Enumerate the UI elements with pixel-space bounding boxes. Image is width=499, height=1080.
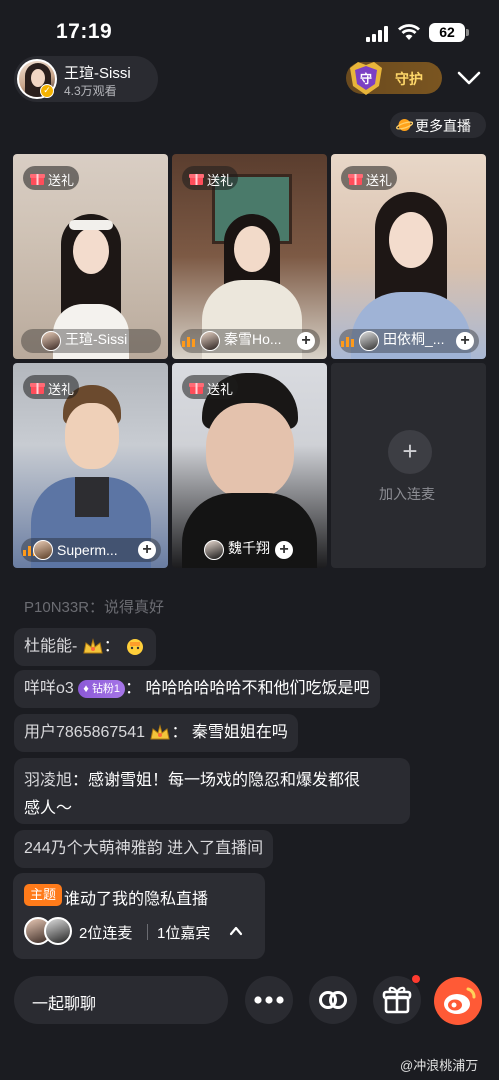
- chat-text: 秦雪姐姐在吗: [191, 724, 288, 741]
- chevron-down-icon[interactable]: [455, 68, 483, 88]
- chat-text: 哈哈哈哈哈哈不和他们吃饭是吧: [145, 680, 370, 697]
- avatar[interactable]: [33, 540, 53, 560]
- fan-badge-label: 钻粉1: [91, 682, 121, 695]
- follow-plus-icon[interactable]: +: [138, 541, 156, 559]
- tile-name[interactable]: 王瑄-Sissi: [65, 329, 135, 349]
- gift-icon: [30, 174, 45, 185]
- guard-shield-icon: 守: [350, 62, 382, 95]
- cohost-count[interactable]: 2位连麦: [79, 922, 132, 943]
- gift-label[interactable]: 送礼: [207, 379, 233, 398]
- chat-input-placeholder[interactable]: 一起聊聊: [32, 990, 96, 1014]
- wifi-icon: [398, 24, 420, 40]
- gift-label[interactable]: 送礼: [366, 170, 392, 189]
- chevron-up-icon[interactable]: [228, 923, 244, 939]
- weibo-button[interactable]: [434, 977, 482, 1025]
- audio-level-icon: [341, 337, 354, 347]
- tile-name[interactable]: 田依桐_...: [383, 329, 453, 349]
- plus-icon[interactable]: +: [388, 430, 432, 474]
- avatar[interactable]: [41, 331, 61, 351]
- chat-nickname[interactable]: 羽凌旭: [24, 772, 72, 789]
- gift-icon: [348, 174, 363, 185]
- chat-message: 用户7865867541 ： 秦雪姐姐在吗: [14, 714, 298, 752]
- gift-label[interactable]: 送礼: [207, 170, 233, 189]
- video-tile[interactable]: 送礼 魏千翔 +: [172, 363, 327, 568]
- guard-shield-text: 守: [360, 71, 372, 86]
- watermark-text: @冲浪桃浦万: [400, 1058, 479, 1073]
- avatar[interactable]: [44, 917, 72, 945]
- battery-indicator: 62: [429, 23, 465, 42]
- follow-plus-icon[interactable]: +: [456, 332, 474, 350]
- join-cohost-label[interactable]: 加入连麦: [379, 484, 435, 504]
- video-tile[interactable]: 送礼 田依桐_... +: [331, 154, 486, 359]
- gift-button[interactable]: [373, 976, 421, 1024]
- follow-plus-icon[interactable]: +: [297, 332, 315, 350]
- notification-dot: [412, 975, 420, 983]
- link-icon: [319, 991, 347, 1009]
- gift-label[interactable]: 送礼: [48, 379, 74, 398]
- more-dots-icon: [254, 996, 284, 1004]
- clock-time: 17:19: [56, 20, 113, 43]
- avatar[interactable]: [200, 331, 220, 351]
- chat-message-line: 羽凌旭：感谢雪姐！每一场戏的隐忍和爆发都很: [24, 772, 361, 789]
- status-bar: 17:19 62: [0, 0, 499, 60]
- guard-label[interactable]: 守护: [395, 69, 423, 89]
- chat-message: 杜能能- ：: [14, 628, 157, 666]
- chat-nickname[interactable]: 杜能能-: [24, 638, 77, 655]
- system-text: 244乃个大萌神雅韵 进入了直播间: [24, 840, 264, 857]
- tile-name[interactable]: Superm...: [57, 542, 127, 558]
- avatar[interactable]: [359, 331, 379, 351]
- chat-message-faded: P10N33R：说得真好: [24, 599, 165, 616]
- chat-nickname[interactable]: 用户7865867541: [24, 724, 145, 741]
- topic-title[interactable]: 谁动了我的隐私直播: [64, 885, 208, 909]
- emoji-icon: [127, 638, 144, 655]
- chat-nickname[interactable]: 咩咩o3: [24, 680, 74, 697]
- audio-level-icon: [182, 337, 195, 347]
- guest-count[interactable]: 1位嘉宾: [157, 922, 210, 943]
- gift-icon: [189, 383, 204, 394]
- video-tile[interactable]: 送礼 秦雪Ho... +: [172, 154, 327, 359]
- system-message: 244乃个大萌神雅韵 进入了直播间: [14, 830, 274, 868]
- crown-badge-icon: [83, 637, 103, 654]
- planet-icon: [396, 119, 413, 131]
- host-name[interactable]: 王瑄-Sissi: [64, 62, 131, 83]
- cellular-signal-icon: [366, 26, 388, 42]
- tile-name[interactable]: 秦雪Ho...: [224, 329, 294, 349]
- viewer-count: 4.3万观看: [64, 84, 117, 98]
- crown-badge-icon: [150, 723, 171, 740]
- gift-icon: [382, 986, 412, 1014]
- divider: [147, 924, 148, 940]
- video-tile[interactable]: 送礼 Superm... +: [13, 363, 168, 568]
- fan-badge: ♦ 钻粉1: [78, 679, 126, 698]
- verified-badge-icon: ✓: [40, 84, 54, 98]
- gift-label[interactable]: 送礼: [48, 170, 74, 189]
- video-tile[interactable]: 送礼 王瑄-Sissi: [13, 154, 168, 359]
- watermark: @冲浪桃浦万: [400, 1055, 478, 1074]
- topic-tag: 主题: [24, 884, 63, 906]
- gift-icon: [30, 383, 45, 394]
- more-options-button[interactable]: [245, 976, 293, 1024]
- chat-text-line2: 感人～: [24, 800, 73, 817]
- weibo-mascot-icon: [444, 987, 476, 1014]
- more-live-label[interactable]: 更多直播: [415, 116, 471, 136]
- gift-icon: [189, 174, 204, 185]
- chat-text: 感谢雪姐！每一场戏的隐忍和爆发都很: [88, 772, 361, 789]
- battery-tip: [466, 29, 469, 36]
- link-cohost-button[interactable]: [309, 976, 357, 1024]
- avatar[interactable]: [204, 540, 224, 560]
- follow-plus-icon[interactable]: +: [275, 541, 293, 559]
- chat-message: 咩咩o3 ♦ 钻粉1： 哈哈哈哈哈哈不和他们吃饭是吧: [14, 670, 380, 708]
